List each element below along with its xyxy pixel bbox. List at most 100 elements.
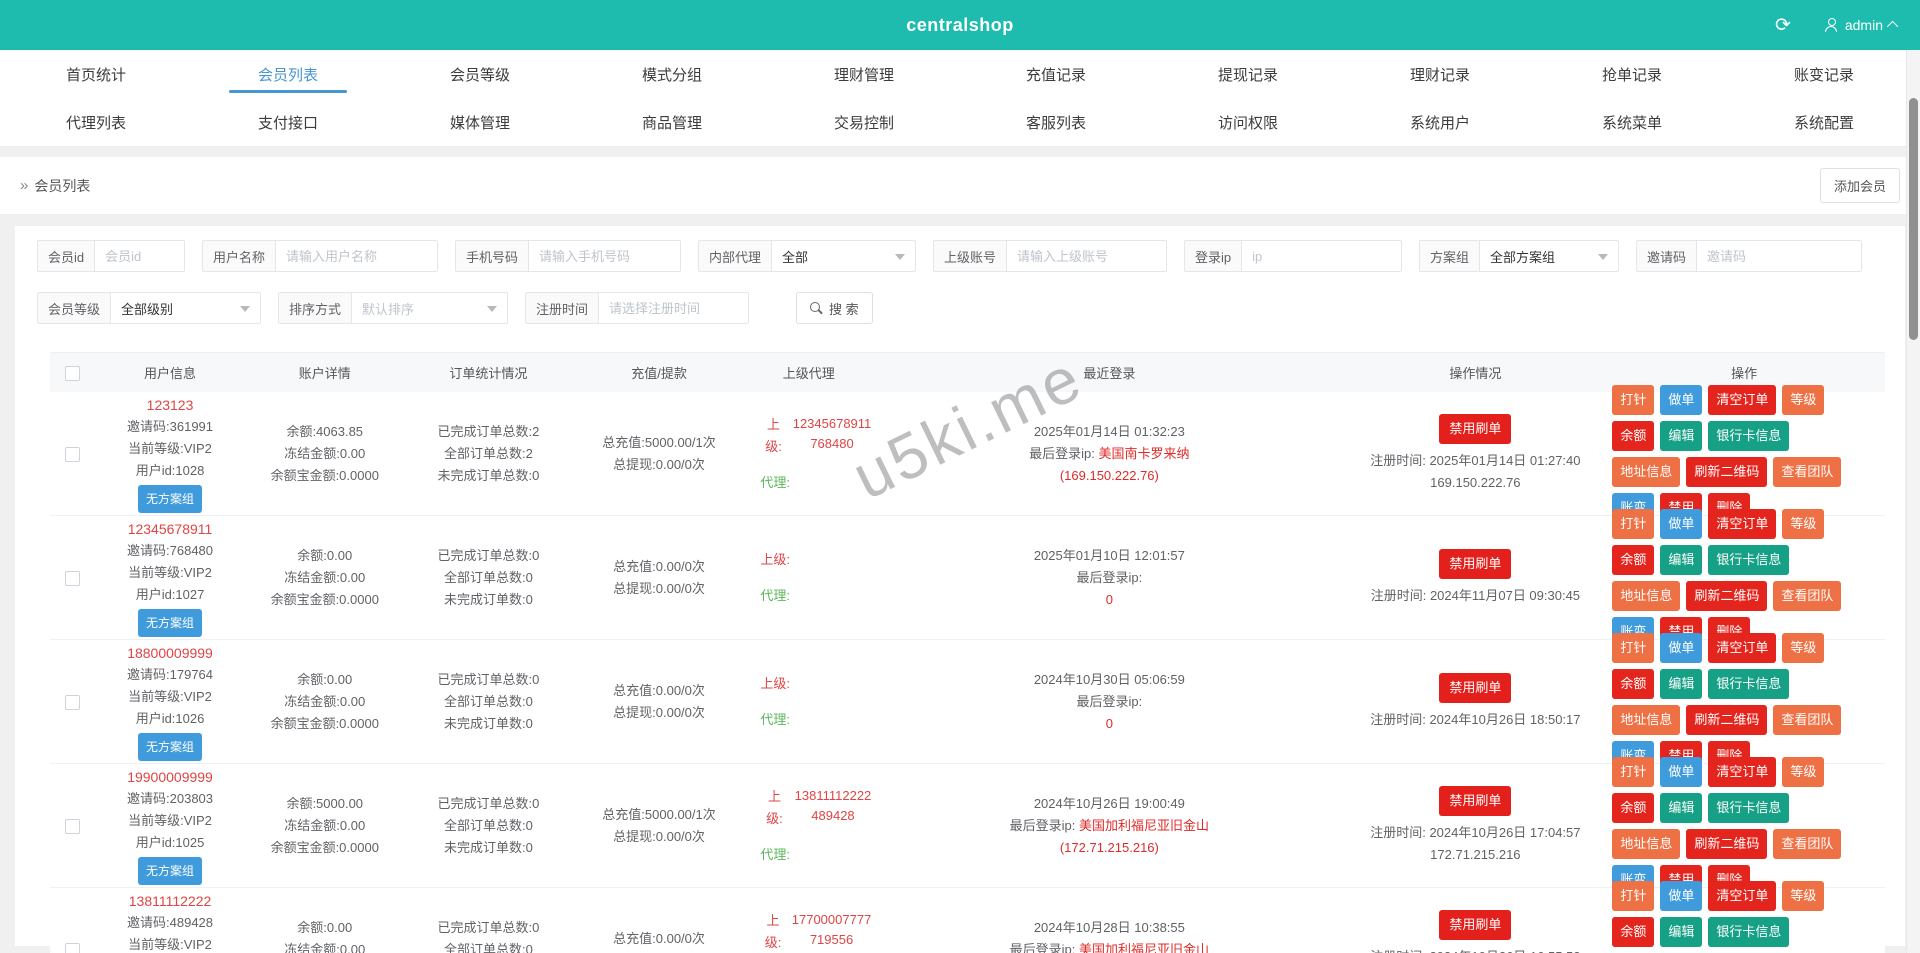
ban-brush-order-button[interactable]: 禁用刷单 <box>1439 413 1512 444</box>
action-edit-button[interactable]: 编辑 <box>1660 420 1703 451</box>
action-view-team-button[interactable]: 查看团队 <box>1773 456 1842 487</box>
member-level-select[interactable]: 全部级别 <box>111 293 260 323</box>
member-username-link[interactable]: 12345678911 <box>96 518 245 540</box>
row-checkbox[interactable] <box>65 694 81 710</box>
tab-home-stats[interactable]: 首页统计 <box>0 50 192 98</box>
ban-brush-order-button[interactable]: 禁用刷单 <box>1439 672 1512 703</box>
action-bank-card-info-button[interactable]: 银行卡信息 <box>1708 916 1790 947</box>
tab-service-list[interactable]: 客服列表 <box>960 98 1152 146</box>
tab-agent-list[interactable]: 代理列表 <box>0 98 192 146</box>
tab-access-perms[interactable]: 访问权限 <box>1152 98 1344 146</box>
add-member-button[interactable]: 添加会员 <box>1819 168 1900 203</box>
tab-member-level[interactable]: 会员等级 <box>384 50 576 98</box>
action-bank-card-info-button[interactable]: 银行卡信息 <box>1708 668 1790 699</box>
action-edit-button[interactable]: 编辑 <box>1660 668 1703 699</box>
ban-brush-order-button[interactable]: 禁用刷单 <box>1439 785 1512 816</box>
action-balance-button[interactable]: 余额 <box>1612 916 1655 947</box>
action-level-button[interactable]: 等级 <box>1782 632 1825 663</box>
action-refresh-qrcode-button[interactable]: 刷新二维码 <box>1686 580 1768 611</box>
tab-system-users[interactable]: 系统用户 <box>1344 98 1536 146</box>
action-level-button[interactable]: 等级 <box>1782 508 1825 539</box>
action-bank-card-info-button[interactable]: 银行卡信息 <box>1708 544 1790 575</box>
parent-account-input[interactable] <box>1007 241 1166 271</box>
refresh-icon[interactable]: ⟳ <box>1775 16 1791 35</box>
scrollbar-thumb[interactable] <box>1909 98 1918 340</box>
action-bank-card-info-button[interactable]: 银行卡信息 <box>1708 792 1790 823</box>
admin-menu[interactable]: admin <box>1824 17 1899 33</box>
action-level-button[interactable]: 等级 <box>1782 880 1825 911</box>
action-inject-button[interactable]: 打针 <box>1612 880 1655 911</box>
action-make-order-button[interactable]: 做单 <box>1660 508 1703 539</box>
action-balance-button[interactable]: 余额 <box>1612 668 1655 699</box>
tab-grab-records[interactable]: 抢单记录 <box>1536 50 1728 98</box>
action-bank-card-info-button[interactable]: 银行卡信息 <box>1708 420 1790 451</box>
login-ip-input[interactable] <box>1242 241 1401 271</box>
action-make-order-button[interactable]: 做单 <box>1660 756 1703 787</box>
reg-time-input[interactable] <box>599 293 748 323</box>
tab-member-list[interactable]: 会员列表 <box>192 50 384 98</box>
search-button[interactable]: 搜 索 <box>796 292 873 324</box>
action-inject-button[interactable]: 打针 <box>1612 632 1655 663</box>
action-address-info-button[interactable]: 地址信息 <box>1612 456 1681 487</box>
action-level-button[interactable]: 等级 <box>1782 756 1825 787</box>
tab-product-manage[interactable]: 商品管理 <box>576 98 768 146</box>
tab-trade-control[interactable]: 交易控制 <box>768 98 960 146</box>
action-inject-button[interactable]: 打针 <box>1612 756 1655 787</box>
action-make-order-button[interactable]: 做单 <box>1660 632 1703 663</box>
phone-input[interactable] <box>529 241 680 271</box>
invite-code-input[interactable] <box>1697 241 1861 271</box>
username-input[interactable] <box>276 241 437 271</box>
action-clear-orders-button[interactable]: 清空订单 <box>1708 508 1777 539</box>
action-address-info-button[interactable]: 地址信息 <box>1612 580 1681 611</box>
tab-finance-records[interactable]: 理财记录 <box>1344 50 1536 98</box>
tab-system-config[interactable]: 系统配置 <box>1728 98 1920 146</box>
action-edit-button[interactable]: 编辑 <box>1660 544 1703 575</box>
action-refresh-qrcode-button[interactable]: 刷新二维码 <box>1686 456 1768 487</box>
tab-balance-records[interactable]: 账变记录 <box>1728 50 1920 98</box>
tab-media-manage[interactable]: 媒体管理 <box>384 98 576 146</box>
action-inject-button[interactable]: 打针 <box>1612 384 1655 415</box>
action-clear-orders-button[interactable]: 清空订单 <box>1708 384 1777 415</box>
select-all-checkbox[interactable] <box>65 365 81 381</box>
action-clear-orders-button[interactable]: 清空订单 <box>1708 756 1777 787</box>
member-username-link[interactable]: 123123 <box>96 394 245 416</box>
action-view-team-button[interactable]: 查看团队 <box>1773 828 1842 859</box>
tab-payment-api[interactable]: 支付接口 <box>192 98 384 146</box>
member-username-link[interactable]: 18800009999 <box>96 642 245 664</box>
tab-withdraw-records[interactable]: 提现记录 <box>1152 50 1344 98</box>
action-edit-button[interactable]: 编辑 <box>1660 792 1703 823</box>
tab-system-menu[interactable]: 系统菜单 <box>1536 98 1728 146</box>
action-refresh-qrcode-button[interactable]: 刷新二维码 <box>1686 828 1768 859</box>
tab-mode-group[interactable]: 模式分组 <box>576 50 768 98</box>
ban-brush-order-button[interactable]: 禁用刷单 <box>1439 548 1512 579</box>
action-address-info-button[interactable]: 地址信息 <box>1612 828 1681 859</box>
action-level-button[interactable]: 等级 <box>1782 384 1825 415</box>
action-balance-button[interactable]: 余额 <box>1612 420 1655 451</box>
action-clear-orders-button[interactable]: 清空订单 <box>1708 632 1777 663</box>
action-edit-button[interactable]: 编辑 <box>1660 916 1703 947</box>
action-view-team-button[interactable]: 查看团队 <box>1773 580 1842 611</box>
ban-brush-order-button[interactable]: 禁用刷单 <box>1439 909 1512 940</box>
sort-select[interactable]: 默认排序 <box>352 293 507 323</box>
row-checkbox[interactable] <box>65 570 81 586</box>
row-checkbox[interactable] <box>65 446 81 462</box>
row-checkbox[interactable] <box>65 942 81 953</box>
tab-finance-manage[interactable]: 理财管理 <box>768 50 960 98</box>
plan-group-select[interactable]: 全部方案组 <box>1480 241 1618 271</box>
action-refresh-qrcode-button[interactable]: 刷新二维码 <box>1686 704 1768 735</box>
action-inject-button[interactable]: 打针 <box>1612 508 1655 539</box>
member-id-input[interactable] <box>95 241 184 271</box>
member-username-link[interactable]: 19900009999 <box>96 766 245 788</box>
member-username-link[interactable]: 13811112222 <box>96 890 245 912</box>
action-make-order-button[interactable]: 做单 <box>1660 880 1703 911</box>
action-balance-button[interactable]: 余额 <box>1612 544 1655 575</box>
action-make-order-button[interactable]: 做单 <box>1660 384 1703 415</box>
scrollbar-track[interactable] <box>1906 50 1920 953</box>
action-view-team-button[interactable]: 查看团队 <box>1773 704 1842 735</box>
action-clear-orders-button[interactable]: 清空订单 <box>1708 880 1777 911</box>
action-address-info-button[interactable]: 地址信息 <box>1612 704 1681 735</box>
action-balance-button[interactable]: 余额 <box>1612 792 1655 823</box>
row-checkbox[interactable] <box>65 818 81 834</box>
internal-agent-select[interactable]: 全部 <box>772 241 915 271</box>
tab-recharge-records[interactable]: 充值记录 <box>960 50 1152 98</box>
